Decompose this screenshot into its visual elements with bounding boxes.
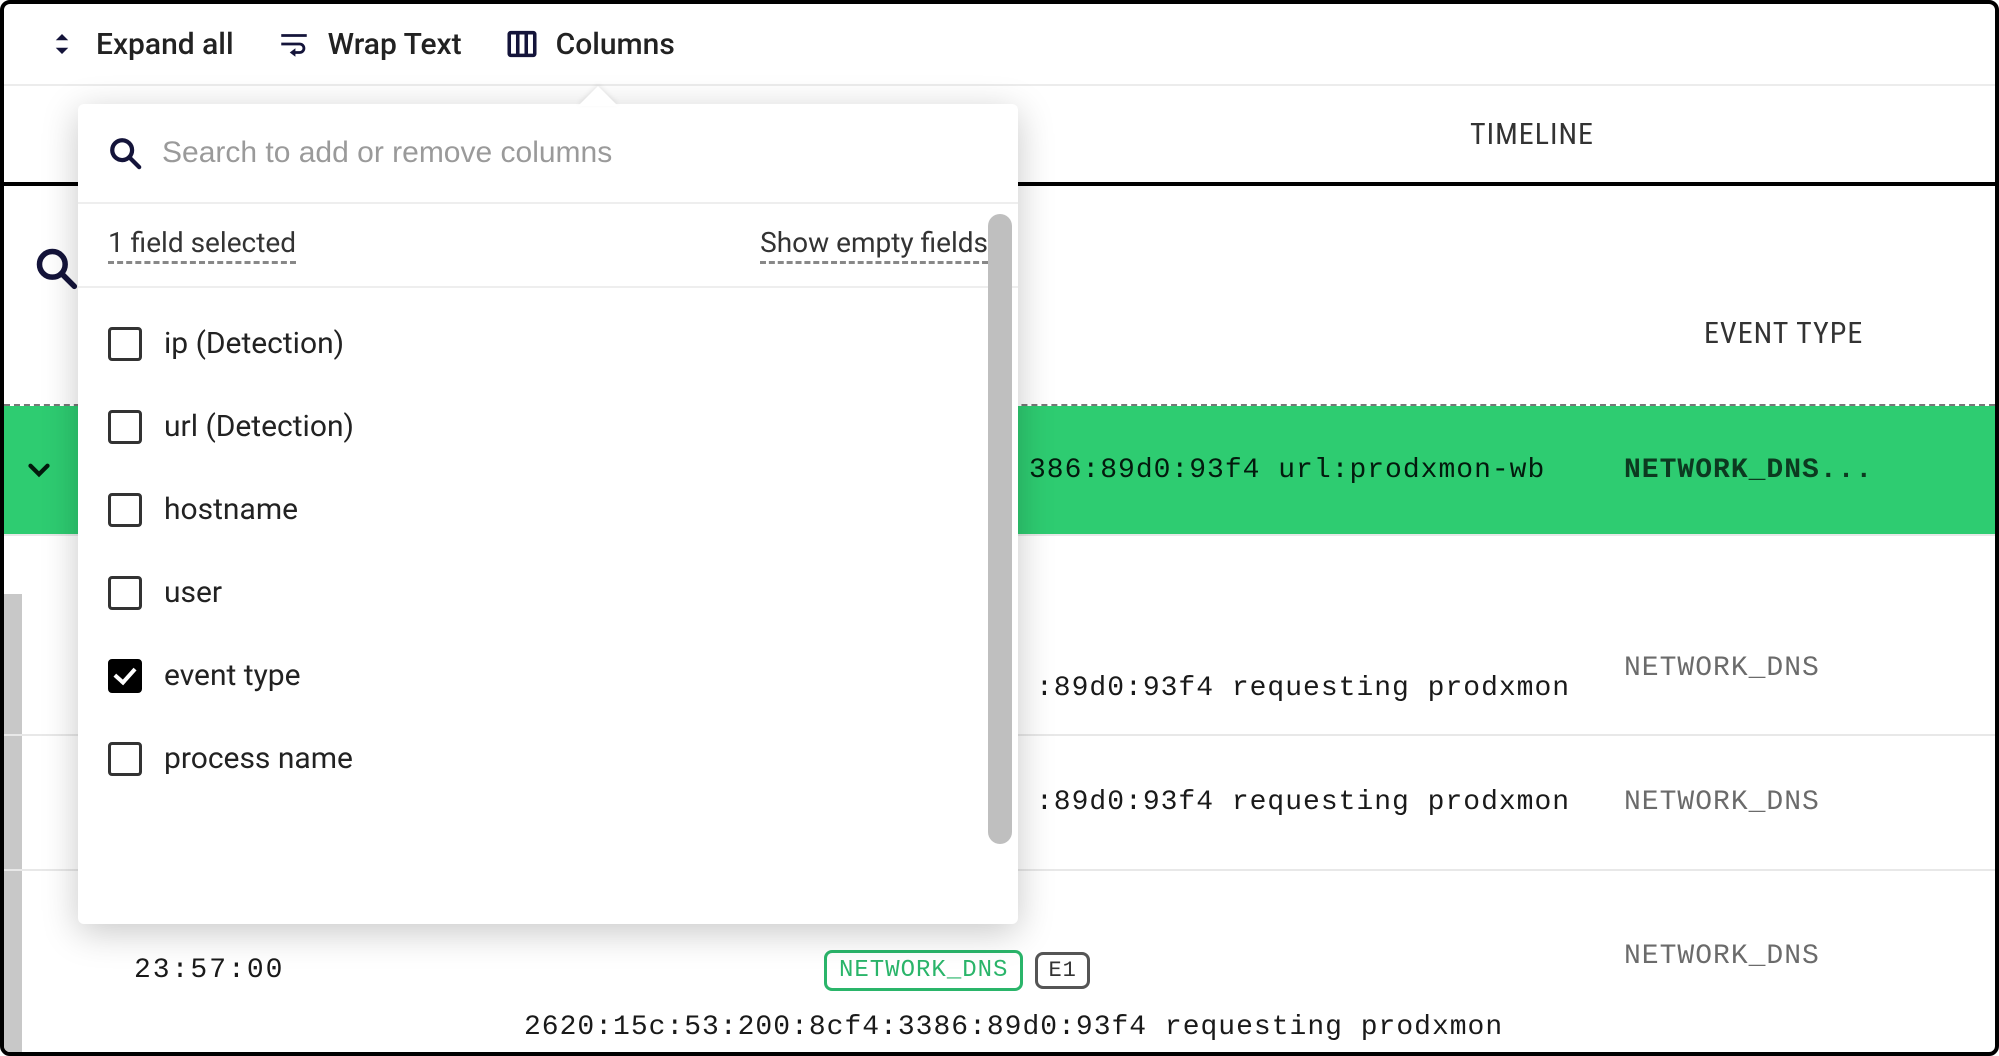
columns-label: Columns	[556, 27, 675, 62]
column-option-user[interactable]: user	[104, 551, 992, 634]
row-tags: NETWORK_DNS E1	[304, 950, 1090, 991]
row-event-type: NETWORK_DNS	[1624, 941, 1820, 972]
row-event-type: NETWORK_DNS	[1624, 653, 1820, 684]
checkbox[interactable]	[108, 493, 142, 527]
expand-all-label: Expand all	[96, 27, 234, 62]
checkbox[interactable]	[108, 659, 142, 693]
option-label: process name	[164, 741, 353, 776]
columns-icon	[504, 26, 540, 62]
tag-e1[interactable]: E1	[1035, 952, 1089, 989]
selected-count[interactable]: 1 field selected	[108, 226, 296, 264]
column-option-process-name[interactable]: process name	[104, 717, 992, 800]
row-description: 386:89d0:93f4 url:prodxmon-wb	[1029, 455, 1545, 486]
wrap-text-label: Wrap Text	[328, 27, 462, 62]
column-option-ip[interactable]: ip (Detection)	[104, 302, 992, 385]
columns-button[interactable]: Columns	[504, 26, 675, 62]
timeline-header: TIMELINE	[1069, 86, 1995, 182]
row-description: :89d0:93f4 requesting prodxmon	[1036, 673, 1570, 704]
checkbox[interactable]	[108, 410, 142, 444]
row-event-type: NETWORK_DNS...	[1624, 455, 1873, 486]
expand-all-icon	[44, 26, 80, 62]
dropdown-meta: 1 field selected Show empty fields	[78, 204, 1018, 288]
row-description: :89d0:93f4 requesting prodxmon	[1036, 787, 1570, 818]
wrap-text-icon	[276, 26, 312, 62]
search-icon	[108, 136, 142, 170]
option-label: hostname	[164, 492, 298, 527]
column-option-url[interactable]: url (Detection)	[104, 385, 992, 468]
option-label: url (Detection)	[164, 409, 354, 444]
column-option-event-type[interactable]: event type	[104, 634, 992, 717]
checkbox[interactable]	[108, 327, 142, 361]
dropdown-option-list: ip (Detection) url (Detection) hostname …	[78, 288, 1018, 924]
checkbox[interactable]	[108, 742, 142, 776]
column-option-hostname[interactable]: hostname	[104, 468, 992, 551]
option-label: event type	[164, 658, 301, 693]
column-search-input[interactable]	[162, 136, 988, 170]
option-label: ip (Detection)	[164, 326, 344, 361]
option-label: user	[164, 575, 222, 610]
event-type-header: EVENT TYPE	[1704, 316, 1863, 351]
expand-all-button[interactable]: Expand all	[44, 26, 234, 62]
dropdown-search	[78, 104, 1018, 204]
search-icon[interactable]	[34, 246, 78, 290]
row-event-type: NETWORK_DNS	[1624, 787, 1820, 818]
columns-dropdown: 1 field selected Show empty fields ip (D…	[78, 104, 1018, 924]
wrap-text-button[interactable]: Wrap Text	[276, 26, 462, 62]
show-empty-toggle[interactable]: Show empty fields	[760, 226, 988, 264]
tag-network-dns[interactable]: NETWORK_DNS	[824, 950, 1023, 991]
chevron-down-icon[interactable]	[22, 453, 56, 487]
checkbox[interactable]	[108, 576, 142, 610]
row-time: 23:57:00	[4, 955, 304, 986]
row-description: 2620:15c:53:200:8cf4:3386:89d0:93f4 requ…	[524, 1012, 1503, 1043]
toolbar: Expand all Wrap Text Columns	[4, 4, 1995, 86]
app-frame: Expand all Wrap Text Columns TIMELINE EV…	[0, 0, 1999, 1056]
